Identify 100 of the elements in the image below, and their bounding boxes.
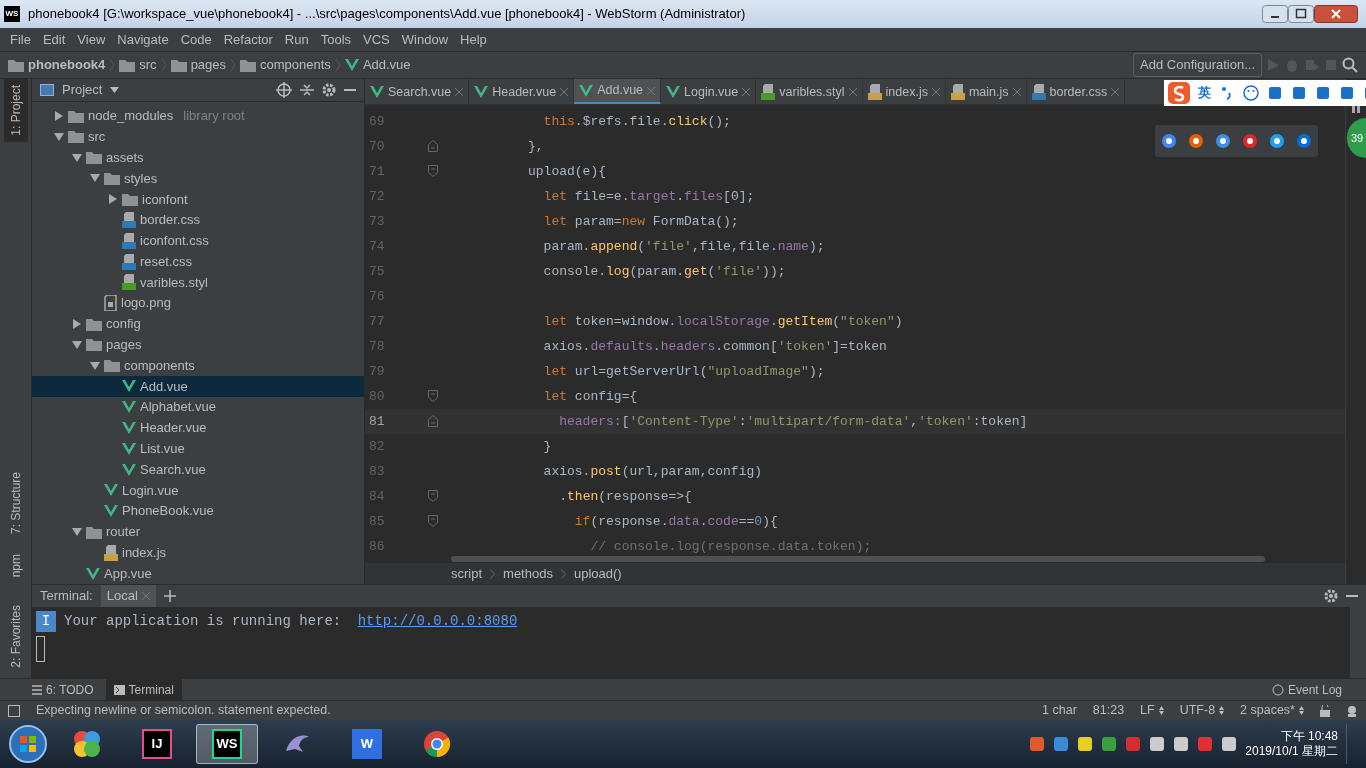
editor-tab[interactable]: Add.vue	[574, 79, 662, 104]
start-button-icon[interactable]	[8, 724, 48, 764]
status-selector[interactable]: 2 spaces*	[1240, 701, 1304, 720]
tree-item[interactable]: styles	[32, 168, 364, 189]
clock-date[interactable]: 2019/10/1 星期二	[1245, 744, 1338, 759]
browser-icon[interactable]	[1296, 133, 1313, 149]
menu-item[interactable]: Window	[395, 29, 455, 50]
menu-item[interactable]: Help	[454, 29, 493, 50]
tree-item[interactable]: assets	[32, 147, 364, 169]
browser-icon[interactable]	[1242, 133, 1259, 149]
url-link[interactable]: http://0.0.0.0:8080	[357, 611, 518, 632]
tree-item[interactable]: Add.vue	[32, 376, 364, 397]
panel-toggle-icon[interactable]	[8, 704, 20, 717]
run-configuration-button[interactable]: Add Configuration...	[1133, 53, 1262, 77]
menu-item[interactable]: Refactor	[217, 29, 279, 50]
lock-icon[interactable]	[1320, 704, 1330, 717]
smiley-icon[interactable]	[1243, 85, 1259, 101]
menu-item[interactable]: Tools	[314, 29, 358, 50]
tree-item[interactable]: node_modules library root	[32, 105, 364, 127]
horizontal-scrollbar[interactable]	[451, 556, 1265, 563]
status-item[interactable]: 1 char	[1042, 701, 1077, 720]
editor-tab[interactable]: border.css	[1026, 79, 1126, 104]
settings-icon[interactable]	[322, 82, 336, 97]
tree-item[interactable]: Search.vue	[32, 459, 364, 480]
breadcrumb-item[interactable]: src	[119, 55, 157, 75]
tree-item[interactable]: logo.png	[32, 292, 364, 314]
taskbar-app[interactable]: WS	[196, 724, 258, 764]
menu-item[interactable]: Run	[278, 29, 315, 50]
tree-item[interactable]: Header.vue	[32, 417, 364, 439]
tree-item[interactable]: components	[32, 355, 364, 377]
editor-tab[interactable]: varibles.styl	[756, 79, 863, 104]
tree-item[interactable]: iconfont	[32, 188, 364, 210]
expanded-arrow-icon[interactable]	[72, 527, 82, 537]
breadcrumb-item[interactable]: phonebook4	[8, 55, 106, 75]
tool-window-tab[interactable]: npm	[3, 547, 28, 584]
tray-icon[interactable]	[1149, 736, 1166, 752]
taskbar-app[interactable]: W	[336, 724, 398, 764]
expanded-arrow-icon[interactable]	[72, 152, 82, 163]
menu-item[interactable]: Edit	[36, 29, 72, 50]
status-selector[interactable]: UTF-8	[1179, 701, 1225, 720]
tree-item[interactable]: reset.css	[32, 251, 364, 273]
breadcrumb-item[interactable]: pages	[170, 55, 227, 75]
collapse-icon[interactable]	[300, 82, 314, 97]
fold-icon[interactable]	[427, 515, 438, 528]
code-breadcrumb[interactable]: upload()	[573, 563, 622, 584]
clock-time[interactable]: 下午 10:48	[1245, 729, 1338, 744]
tray-icon[interactable]	[1221, 736, 1238, 752]
tree-item[interactable]: config	[32, 313, 364, 335]
browser-icon[interactable]	[1160, 133, 1177, 149]
tree-item[interactable]: iconfont.css	[32, 230, 364, 252]
tree-item[interactable]: src	[32, 126, 364, 148]
menu-item[interactable]: File	[4, 29, 37, 50]
editor-tab[interactable]: Search.vue	[365, 79, 470, 104]
fold-icon[interactable]	[427, 390, 438, 403]
locate-icon[interactable]	[276, 81, 292, 98]
close-icon[interactable]	[1314, 5, 1358, 23]
add-icon[interactable]	[163, 590, 176, 602]
status-selector[interactable]: LF	[1140, 701, 1164, 720]
collapsed-arrow-icon[interactable]	[72, 319, 82, 330]
code-breadcrumb[interactable]: methods	[503, 563, 553, 584]
tree-item[interactable]: router	[32, 521, 364, 543]
tree-item[interactable]: border.css	[32, 209, 364, 231]
expanded-arrow-icon[interactable]	[90, 360, 100, 371]
editor-tab[interactable]: index.js	[862, 79, 946, 104]
expanded-arrow-icon[interactable]	[54, 131, 64, 142]
browser-icon[interactable]	[1214, 133, 1231, 149]
menu-item[interactable]: Navigate	[111, 29, 175, 50]
tree-item[interactable]: Alphabet.vue	[32, 396, 364, 418]
ime-mode[interactable]: 英	[1198, 83, 1211, 103]
tree-item[interactable]: index.js	[32, 542, 364, 564]
panel-title[interactable]: Project	[62, 80, 103, 100]
minimize-icon[interactable]	[1262, 5, 1288, 23]
tool-window-tab[interactable]: 1: Project	[3, 79, 28, 142]
fold-icon[interactable]	[427, 165, 438, 178]
menu-item[interactable]: View	[71, 29, 112, 50]
search-icon[interactable]	[1342, 57, 1358, 73]
tree-item[interactable]: App.vue	[32, 563, 364, 584]
maximize-icon[interactable]	[1288, 5, 1314, 23]
fold-icon[interactable]	[427, 490, 438, 503]
tray-icon[interactable]	[1077, 736, 1094, 752]
tree-item[interactable]: PhoneBook.vue	[32, 500, 364, 522]
menu-item[interactable]: VCS	[357, 29, 396, 50]
tree-item[interactable]: List.vue	[32, 438, 364, 460]
breadcrumb-item[interactable]: Add.vue	[344, 55, 411, 75]
tool-window-tab[interactable]: 2: Favorites	[3, 599, 28, 674]
terminal-tab[interactable]: Local	[100, 585, 156, 607]
tree-item[interactable]: Login.vue	[32, 480, 364, 501]
inspector-icon[interactable]	[1346, 704, 1358, 717]
expanded-arrow-icon[interactable]	[90, 173, 100, 184]
editor-tab[interactable]: Login.vue	[661, 79, 757, 104]
tray-icon[interactable]	[1173, 736, 1190, 752]
collapsed-arrow-icon[interactable]	[54, 111, 64, 122]
browser-icon[interactable]	[1269, 133, 1286, 149]
tool-window-button[interactable]: 6: TODO	[24, 678, 102, 701]
caret-icon[interactable]	[110, 86, 120, 93]
tool-window-button[interactable]: Terminal	[105, 678, 182, 701]
collapsed-arrow-icon[interactable]	[108, 194, 118, 205]
tree-item[interactable]: pages	[32, 334, 364, 356]
tree-item[interactable]: varibles.styl	[32, 272, 364, 293]
code-breadcrumb[interactable]: script	[451, 563, 483, 584]
